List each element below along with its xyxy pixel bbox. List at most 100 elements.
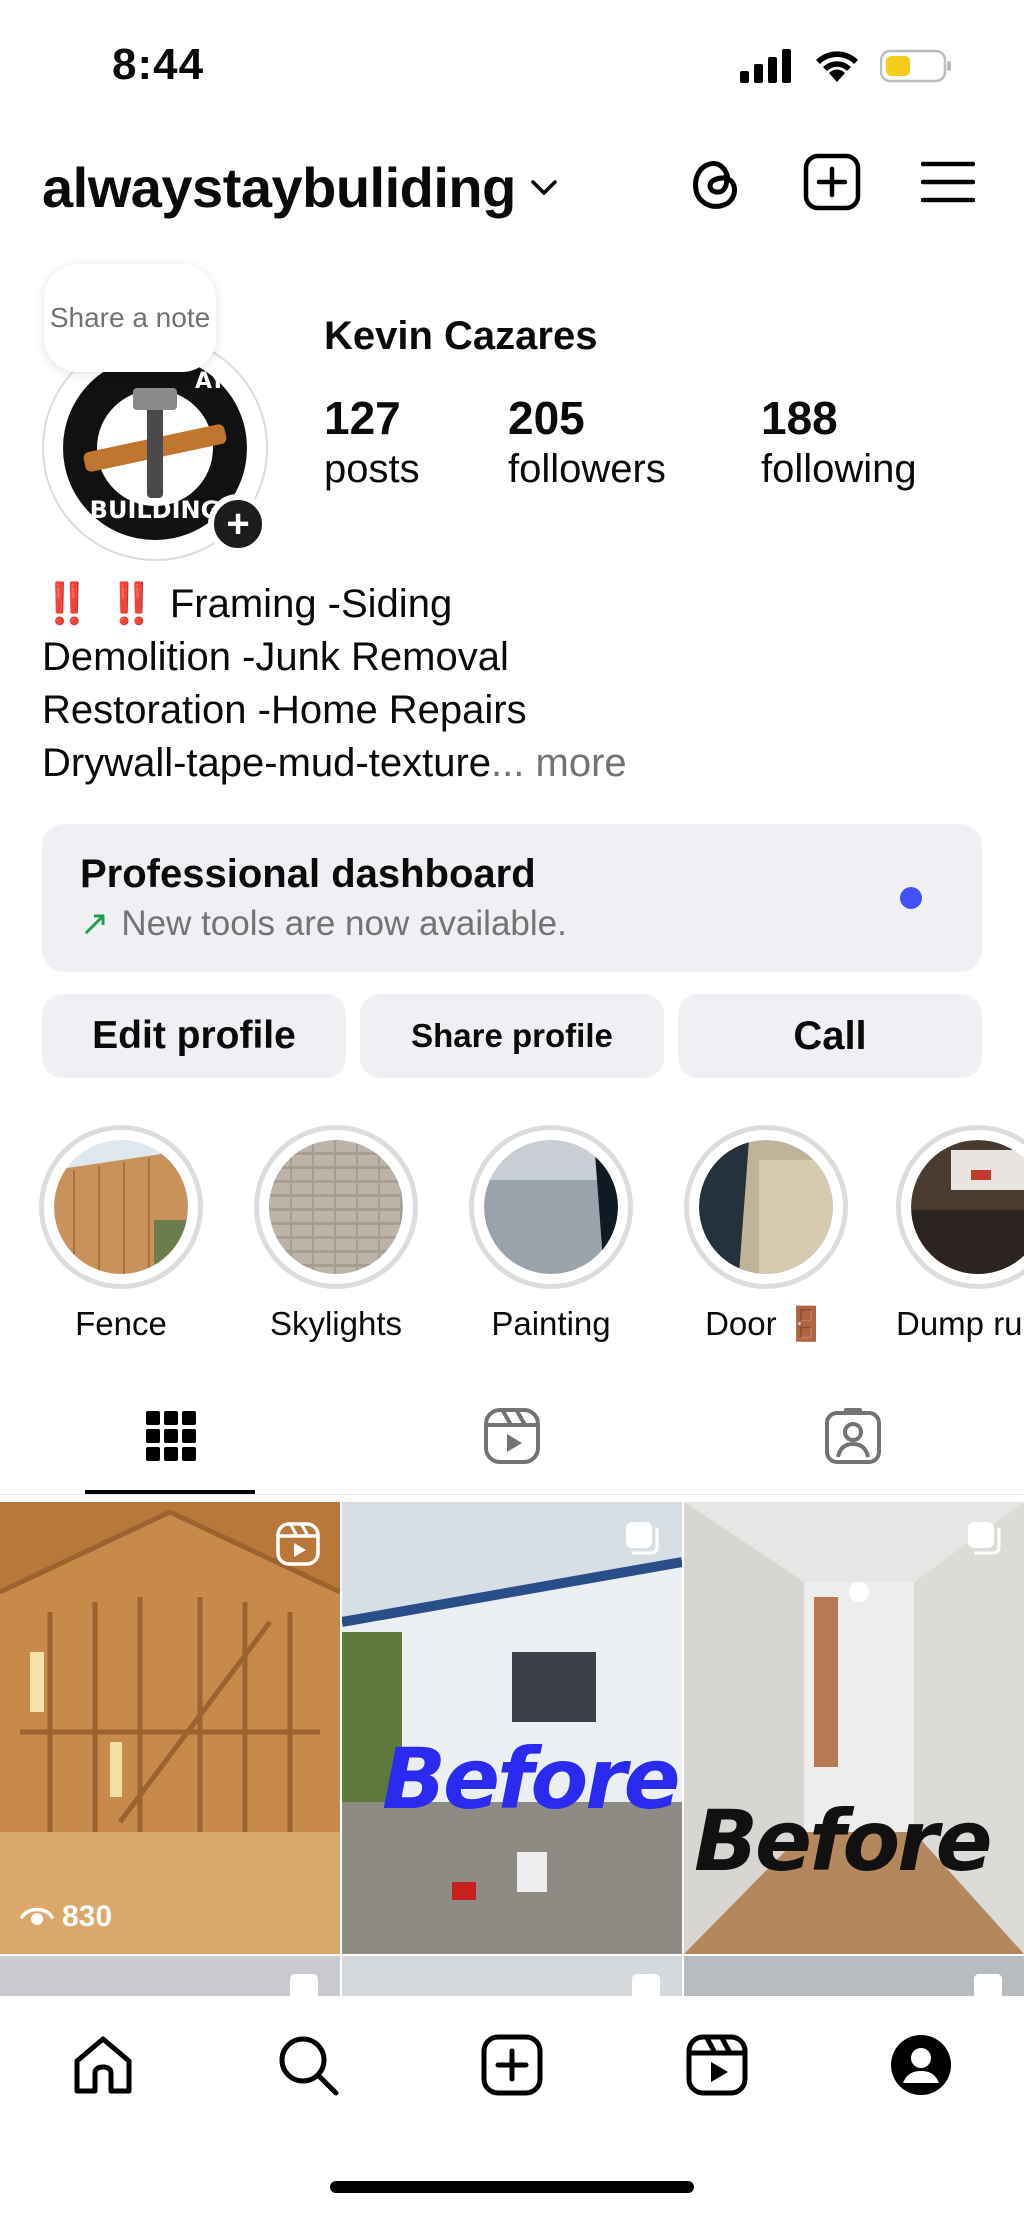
create-button[interactable]: [800, 150, 864, 214]
bio-line-text: Framing -Siding: [169, 582, 453, 626]
carousel-icon: [626, 1522, 659, 1555]
highlight-cover-fence: [54, 1140, 188, 1274]
note-text: Share a note: [49, 302, 211, 333]
bio-line: Drywall-tape-mud-texture... more: [42, 737, 627, 790]
highlight-cover-skylights: [269, 1140, 403, 1274]
battery-icon: [880, 49, 951, 83]
before-overlay-text: Before: [694, 1792, 993, 1890]
bio-line: Demolition -Junk Removal: [42, 635, 509, 679]
highlight-item[interactable]: Painting: [466, 1125, 636, 1343]
header-actions: [684, 150, 980, 214]
post-image-house-before: [342, 1502, 682, 1954]
post-image-framing: [0, 1502, 340, 1954]
share-note-bubble[interactable]: Share a note: [44, 264, 216, 372]
home-icon: [74, 2036, 132, 2094]
nav-home[interactable]: [68, 2030, 138, 2100]
nav-reels[interactable]: [682, 2030, 752, 2100]
stat-value: 188: [761, 392, 838, 444]
highlight-ring: [896, 1125, 1024, 1289]
chevron-down-icon: [531, 179, 557, 195]
tab-reels[interactable]: [480, 1404, 544, 1468]
profile-bio: ‼️ ‼️ Framing -Siding Demolition -Junk R…: [42, 578, 627, 790]
bio-line: ‼️ ‼️ Framing -Siding: [42, 578, 627, 631]
trend-arrow-icon: ↗: [80, 904, 110, 943]
share-profile-button[interactable]: Share profile: [360, 994, 664, 1078]
post-thumbnail[interactable]: [684, 1956, 1024, 1996]
bio-line-text: Drywall-tape-mud-texture: [42, 741, 492, 785]
reel-badge-icon: [276, 1522, 320, 1566]
nav-create[interactable]: [477, 2030, 547, 2100]
nav-search[interactable]: [273, 2030, 343, 2100]
grid-icon: [146, 1411, 196, 1461]
add-square-icon: [481, 2034, 543, 2096]
add-story-button[interactable]: +: [208, 494, 268, 554]
username: alwaystaybuliding: [42, 156, 516, 219]
add-square-icon: [803, 153, 861, 211]
stat-value: 205: [508, 392, 585, 444]
highlight-cover-dump-run: [911, 1140, 1024, 1274]
notification-dot: [900, 887, 922, 909]
svg-text:AY: AY: [195, 369, 227, 394]
stat-followers[interactable]: 205 followers: [508, 392, 666, 494]
stat-value: 127: [324, 392, 401, 444]
edit-profile-button[interactable]: Edit profile: [42, 994, 346, 1078]
profile-full-name: Kevin Cazares: [324, 314, 598, 358]
highlight-item[interactable]: Skylights: [251, 1125, 421, 1343]
highlight-label: Painting: [491, 1305, 611, 1342]
highlight-ring: [39, 1125, 203, 1289]
view-count-value: 830: [62, 1900, 113, 1933]
bio-ellipsis: ...: [491, 741, 525, 785]
tagged-person-icon: [825, 1408, 881, 1464]
dashboard-title: Professional dashboard: [80, 852, 536, 896]
highlight-label: Skylights: [269, 1305, 403, 1342]
eye-icon: [20, 1907, 54, 1925]
reels-icon: [484, 1408, 540, 1464]
highlight-ring: [684, 1125, 848, 1289]
tab-tagged[interactable]: [821, 1404, 885, 1468]
post-thumbnail[interactable]: [0, 1956, 340, 1996]
post-thumbnail[interactable]: Before: [342, 1502, 682, 1954]
tab-divider: [0, 1494, 1024, 1495]
post-thumbnail[interactable]: Before: [684, 1502, 1024, 1954]
highlight-item[interactable]: Door 🚪: [681, 1125, 851, 1344]
view-count: 830: [20, 1900, 112, 1934]
tab-posts-grid[interactable]: [139, 1404, 203, 1468]
bio-more-link[interactable]: more: [536, 741, 627, 785]
status-time: 8:44: [112, 40, 205, 89]
stat-posts[interactable]: 127 posts: [324, 392, 420, 494]
post-thumbnail[interactable]: [342, 1956, 682, 1996]
highlight-label: Door 🚪: [705, 1305, 827, 1342]
highlight-item[interactable]: Fence: [36, 1125, 206, 1343]
wifi-icon: [816, 51, 858, 82]
carousel-icon: [968, 1522, 1001, 1555]
highlight-label: Dump ru: [896, 1305, 1023, 1342]
highlight-cover-painting: [484, 1140, 618, 1274]
highlight-item[interactable]: Dump ru: [896, 1125, 1024, 1343]
post-thumbnail[interactable]: 830: [0, 1502, 340, 1954]
dashboard-subtitle: ↗ New tools are now available.: [80, 904, 567, 944]
search-icon: [279, 2036, 339, 2096]
call-button[interactable]: Call: [678, 994, 982, 1078]
reels-icon: [686, 2034, 748, 2096]
before-overlay-text: Before: [382, 1730, 681, 1828]
cellular-signal-icon: [740, 49, 791, 83]
hamburger-menu-icon: [921, 161, 975, 203]
highlight-ring: [469, 1125, 633, 1289]
highlight-cover-door: [699, 1140, 833, 1274]
professional-dashboard-card[interactable]: Professional dashboard ↗ New tools are n…: [42, 824, 982, 972]
profile-avatar-icon: [891, 2035, 951, 2095]
account-switcher[interactable]: alwaystaybuliding: [42, 155, 558, 220]
home-indicator: [330, 2181, 694, 2193]
threads-icon: [693, 161, 737, 209]
bio-emoji: ‼️ ‼️: [42, 582, 159, 626]
bio-line: Restoration -Home Repairs: [42, 688, 527, 732]
menu-button[interactable]: [916, 150, 980, 214]
status-icons: [740, 46, 952, 86]
stat-label: followers: [508, 447, 666, 491]
dashboard-subtitle-text: New tools are now available.: [121, 904, 567, 943]
threads-button[interactable]: [684, 150, 748, 214]
highlight-ring: [254, 1125, 418, 1289]
nav-profile[interactable]: [886, 2030, 956, 2100]
stat-following[interactable]: 188 following: [761, 392, 917, 494]
stat-label: posts: [324, 447, 420, 491]
